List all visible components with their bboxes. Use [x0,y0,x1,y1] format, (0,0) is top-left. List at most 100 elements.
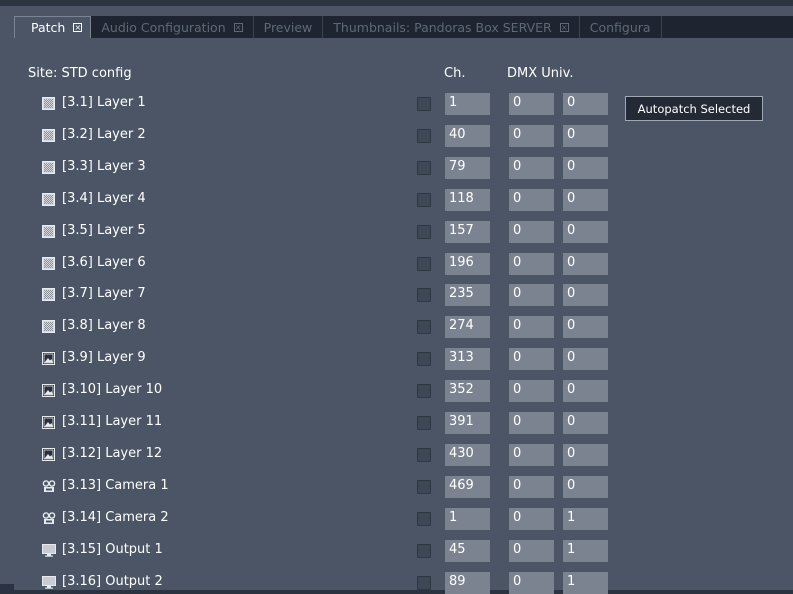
channel-field[interactable]: 79 [445,156,490,179]
tab-preview[interactable]: Preview [253,16,324,38]
dmx-universe-field[interactable]: 0 [509,252,554,275]
dmx-universe-field-2[interactable]: 0 [563,412,608,434]
patch-row: [3.3] Layer 3 79 0 0 [42,156,622,179]
fixture-label: [3.5] Layer 5 [62,222,146,238]
select-checkbox[interactable] [417,447,431,462]
tab-label: Configura [589,19,651,35]
dmx-universe-field[interactable]: 0 [509,507,554,530]
dmx-universe-field-2[interactable]: 0 [563,284,608,307]
select-checkbox[interactable] [417,224,431,239]
channel-field[interactable]: 1 [445,507,490,530]
dmx-universe-field-2[interactable]: 0 [563,348,608,371]
dmx-universe-field[interactable]: 0 [509,539,554,562]
fixture-label: [3.11] Layer 11 [62,414,163,429]
select-checkbox[interactable] [417,416,431,430]
fixture-label: [3.16] Output 2 [62,573,163,589]
dmx-universe-field-2[interactable]: 0 [563,443,608,466]
fixture-label: [3.2] Layer 2 [62,126,146,142]
dmx-universe-field-2[interactable]: 0 [563,124,608,147]
select-checkbox[interactable] [417,97,431,111]
dmx-universe-field-2[interactable]: 0 [563,380,608,403]
tab-thumbnails-pandoras-box-server[interactable]: Thumbnails: Pandoras Box SERVER × [323,16,580,38]
select-checkbox[interactable] [417,288,431,303]
dmx-universe-field-2[interactable]: 1 [563,539,608,562]
select-checkbox[interactable] [417,543,431,558]
dmx-universe-field[interactable]: 0 [509,443,554,466]
select-checkbox[interactable] [417,160,431,175]
tab-label: Thumbnails: Pandoras Box SERVER [333,19,552,35]
select-checkbox[interactable] [417,575,431,590]
fixture-label: [3.4] Layer 4 [62,190,146,206]
channel-field[interactable]: 196 [445,252,490,275]
dmx-universe-field[interactable]: 0 [509,156,554,179]
autopatch-selected-button[interactable]: Autopatch Selected [625,96,763,121]
channel-field[interactable]: 157 [445,220,490,243]
dmx-universe-field-2[interactable]: 0 [563,252,608,275]
channel-field[interactable]: 235 [445,284,490,307]
channel-field[interactable]: 274 [445,316,490,339]
dmx-universe-field[interactable]: 0 [509,284,554,307]
select-checkbox[interactable] [417,511,431,526]
channel-field[interactable]: 352 [445,380,490,403]
image-layer-icon [42,384,55,398]
channel-field[interactable]: 391 [445,412,490,434]
dmx-universe-field-2[interactable]: 0 [563,188,608,211]
fixture-label: [3.15] Output 1 [62,541,163,557]
dmx-universe-field[interactable]: 0 [509,380,554,403]
dmx-universe-field-2[interactable]: 0 [563,156,608,179]
select-checkbox[interactable] [417,320,431,335]
layer-icon [42,224,55,238]
tab-audio-configuration[interactable]: Audio Configuration × [91,16,254,38]
layer-icon [42,128,55,142]
layer-icon [42,160,55,174]
close-tab-icon[interactable]: × [233,22,243,32]
channel-field[interactable]: 40 [445,124,490,147]
dmx-universe-field[interactable]: 0 [509,124,554,147]
patch-row: [3.4] Layer 4 118 0 0 [42,188,622,211]
fixture-label: [3.3] Layer 3 [62,158,146,174]
dmx-universe-field[interactable]: 0 [509,316,554,339]
channel-field[interactable]: 45 [445,539,490,562]
select-checkbox[interactable] [417,128,431,143]
fixture-label: [3.6] Layer 6 [62,254,146,270]
dmx-universe-field[interactable]: 0 [509,475,554,498]
fixture-label: [3.1] Layer 1 [62,95,146,110]
tab-configura[interactable]: Configura [579,16,662,38]
close-tab-icon[interactable]: × [559,22,569,32]
channel-field[interactable]: 118 [445,188,490,211]
dmx-universe-field-2[interactable]: 1 [563,571,608,594]
select-checkbox[interactable] [417,384,431,399]
select-checkbox[interactable] [417,352,431,367]
patch-row: [3.11] Layer 11 391 0 0 [42,412,622,434]
monitor-icon [42,575,56,589]
channel-field[interactable]: 89 [445,571,490,594]
dmx-universe-field[interactable]: 0 [509,571,554,594]
dmx-universe-field-2[interactable]: 0 [563,220,608,243]
image-layer-icon [42,416,55,429]
layer-icon [42,320,55,334]
dmx-universe-field[interactable]: 0 [509,93,554,115]
dmx-universe-field-2[interactable]: 0 [563,93,608,115]
dmx-universe-field-2[interactable]: 0 [563,316,608,339]
dmx-universe-field-2[interactable]: 1 [563,507,608,530]
channel-field[interactable]: 1 [445,93,490,115]
channel-field[interactable]: 469 [445,475,490,498]
select-checkbox[interactable] [417,192,431,207]
dmx-universe-field[interactable]: 0 [509,220,554,243]
dmx-universe-field[interactable]: 0 [509,412,554,434]
dmx-universe-field[interactable]: 0 [509,348,554,371]
dmx-universe-field-2[interactable]: 0 [563,475,608,498]
channel-field[interactable]: 430 [445,443,490,466]
select-checkbox[interactable] [417,256,431,271]
patch-row: [3.6] Layer 6 196 0 0 [42,252,622,275]
fixture-label: [3.9] Layer 9 [62,350,146,366]
patch-row: [3.9] Layer 9 313 0 0 [42,348,622,371]
select-checkbox[interactable] [417,479,431,494]
close-tab-icon[interactable]: × [73,23,83,32]
dmx-universe-field[interactable]: 0 [509,188,554,211]
patch-row: [3.15] Output 1 45 0 1 [42,539,622,562]
camera-icon [42,479,56,493]
channel-field[interactable]: 313 [445,348,490,371]
tab-patch[interactable]: Patch × [14,16,92,38]
dmx-universe-header: DMX Univ. [507,66,574,81]
